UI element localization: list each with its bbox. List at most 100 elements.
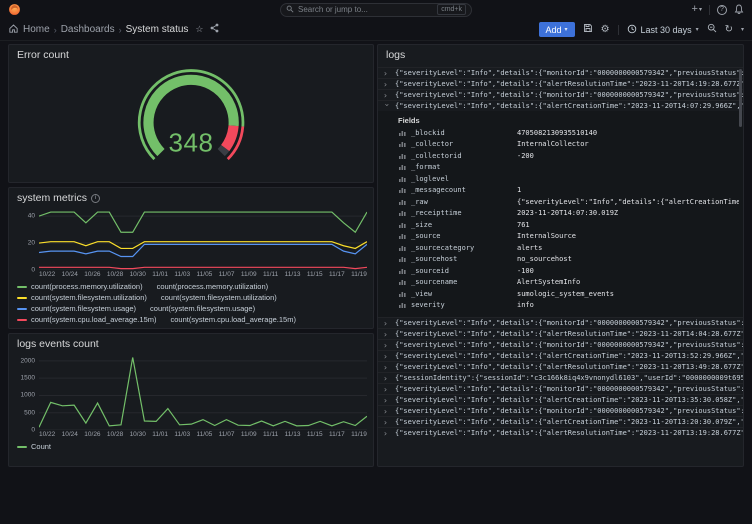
chevron-right-icon[interactable]: › (383, 351, 391, 362)
legend-item[interactable]: count(process.memory.utilization) count(… (17, 281, 365, 292)
info-icon[interactable]: i (91, 194, 100, 203)
panel-title-system-metrics[interactable]: system metrics i (9, 188, 373, 208)
chart-logs-events[interactable]: 2000150010005000 10/2210/2410/2610/2810/… (9, 354, 373, 453)
field-stats-icon[interactable] (398, 290, 411, 298)
plus-icon: + (692, 4, 698, 15)
log-row[interactable]: › {"severityLevel":"Info","details":{"mo… (378, 317, 743, 328)
scrollbar-thumb[interactable] (739, 69, 742, 127)
chevron-right-icon[interactable]: › (383, 384, 391, 395)
log-row[interactable]: › {"severityLevel":"Info","details":{"mo… (378, 383, 743, 394)
log-row[interactable]: › {"severityLevel":"Info","details":{"al… (378, 361, 743, 372)
panel-logs: logs › {"severityLevel":"Info","details"… (377, 44, 744, 467)
field-stats-icon[interactable] (398, 140, 411, 148)
chevron-right-icon[interactable]: › (383, 428, 391, 439)
log-row[interactable]: › {"severityLevel":"Info","details":{"al… (378, 394, 743, 405)
home-icon[interactable] (8, 23, 19, 37)
field-stats-icon[interactable] (398, 129, 411, 137)
field-stats-icon[interactable] (398, 163, 411, 171)
field-row: _format (398, 162, 739, 174)
chevron-right-icon[interactable]: › (383, 417, 391, 428)
legend-item[interactable]: count(system.cpu.load_average.15m) count… (17, 314, 365, 325)
add-button[interactable]: Add ▾ (539, 22, 575, 37)
log-row[interactable]: › {"severityLevel":"Info","details":{"al… (378, 78, 743, 89)
log-row[interactable]: › {"severityLevel":"Info","details":{"al… (378, 350, 743, 361)
x-tick-label: 11/05 (197, 270, 213, 280)
x-tick-label: 10/22 (39, 430, 55, 440)
search-shortcut-badge: cmd+k (437, 4, 466, 15)
legend-item[interactable]: count(system.filesystem.usage) count(sys… (17, 303, 365, 314)
field-row: _source InternalSource (398, 231, 739, 243)
chevron-right-icon[interactable]: › (383, 373, 391, 384)
log-row[interactable]: › {"severityLevel":"Info","details":{"al… (378, 416, 743, 427)
field-stats-icon[interactable] (398, 152, 411, 160)
chart-plot-area[interactable] (39, 354, 367, 430)
field-row: _sourcename AlertSystemInfo (398, 277, 739, 289)
breadcrumb-item[interactable]: › Dashboards (54, 24, 115, 35)
field-stats-icon[interactable] (398, 221, 411, 229)
field-stats-icon[interactable] (398, 278, 411, 286)
search-input[interactable]: Search or jump to... cmd+k (280, 3, 472, 17)
share-icon[interactable] (209, 23, 219, 36)
breadcrumb-separator-icon: › (54, 25, 57, 35)
field-stats-icon[interactable] (398, 175, 411, 183)
y-tick-label: 0 (31, 427, 35, 434)
chart-plot-area[interactable] (39, 208, 367, 270)
refresh-interval-caret-icon[interactable]: ▾ (741, 26, 744, 33)
grafana-logo[interactable] (8, 3, 21, 16)
field-stats-icon[interactable] (398, 255, 411, 263)
panel-title-error-count[interactable]: Error count (9, 45, 373, 65)
log-row-expanded[interactable]: › {"severityLevel":"Info","details":{"al… (378, 100, 743, 111)
field-stats-icon[interactable] (398, 301, 411, 309)
log-row[interactable]: › {"severityLevel":"Info","details":{"mo… (378, 67, 743, 78)
field-stats-icon[interactable] (398, 232, 411, 240)
chevron-right-icon[interactable]: › (383, 79, 391, 90)
log-row[interactable]: › {"severityLevel":"Info","details":{"mo… (378, 405, 743, 416)
field-stats-icon[interactable] (398, 209, 411, 217)
zoom-out-icon[interactable] (707, 23, 717, 36)
chevron-right-icon[interactable]: › (383, 329, 391, 340)
chevron-down-icon[interactable]: › (382, 102, 393, 110)
legend-item[interactable]: Count (17, 441, 365, 452)
time-range-picker[interactable]: Last 30 days ▾ (627, 24, 699, 36)
chevron-right-icon[interactable]: › (383, 362, 391, 373)
star-icon[interactable]: ☆ (195, 24, 203, 35)
panel-title-logs[interactable]: logs (378, 45, 743, 65)
y-tick-label: 20 (28, 240, 35, 247)
x-axis-labels: 10/2210/2410/2610/2810/3011/0111/0311/05… (15, 270, 367, 280)
breadcrumb-item[interactable]: › System status (119, 24, 189, 35)
settings-gear-icon[interactable]: ⚙ (601, 25, 610, 35)
legend-item[interactable]: count(system.filesystem.utilization) cou… (17, 292, 365, 303)
log-row[interactable]: › {"severityLevel":"Info","details":{"mo… (378, 339, 743, 350)
breadcrumb: › Home › Dashboards › System status ☆ (8, 23, 219, 37)
field-stats-icon[interactable] (398, 198, 411, 206)
refresh-icon[interactable]: ↻ (725, 25, 733, 35)
chevron-right-icon[interactable]: › (383, 395, 391, 406)
chevron-down-icon: ▾ (699, 6, 702, 13)
log-row[interactable]: › {"sessionIdentity":{"sessionId":"c3c16… (378, 372, 743, 383)
x-tick-label: 11/03 (174, 430, 190, 440)
save-dashboard-icon[interactable] (583, 23, 593, 36)
help-icon[interactable]: ? (717, 5, 727, 15)
chevron-right-icon[interactable]: › (383, 318, 391, 329)
chevron-right-icon[interactable]: › (383, 68, 391, 79)
legend-color-dash (17, 308, 27, 310)
chevron-right-icon[interactable]: › (383, 340, 391, 351)
y-tick-label: 500 (24, 409, 35, 416)
log-row[interactable]: › {"severityLevel":"Info","details":{"al… (378, 427, 743, 438)
chevron-right-icon[interactable]: › (383, 406, 391, 417)
chevron-right-icon[interactable]: › (383, 90, 391, 101)
chart-system-metrics[interactable]: 40200 10/2210/2410/2610/2810/3011/0111/0… (9, 208, 373, 326)
new-menu-button[interactable]: + ▾ (692, 4, 702, 15)
field-stats-icon[interactable] (398, 244, 411, 252)
field-row: _collectorid -200 (398, 150, 739, 162)
log-row[interactable]: › {"severityLevel":"Info","details":{"mo… (378, 89, 743, 100)
time-range-label: Last 30 days (641, 25, 692, 35)
notifications-bell-icon[interactable] (734, 4, 744, 16)
chart-legend: Count (15, 440, 367, 453)
field-stats-icon[interactable] (398, 267, 411, 275)
field-stats-icon[interactable] (398, 186, 411, 194)
log-row[interactable]: › {"severityLevel":"Info","details":{"al… (378, 328, 743, 339)
panel-title-logs-events-count[interactable]: logs events count (9, 334, 373, 354)
breadcrumb-item[interactable]: › Home (23, 24, 50, 35)
x-tick-label: 10/30 (130, 270, 146, 280)
